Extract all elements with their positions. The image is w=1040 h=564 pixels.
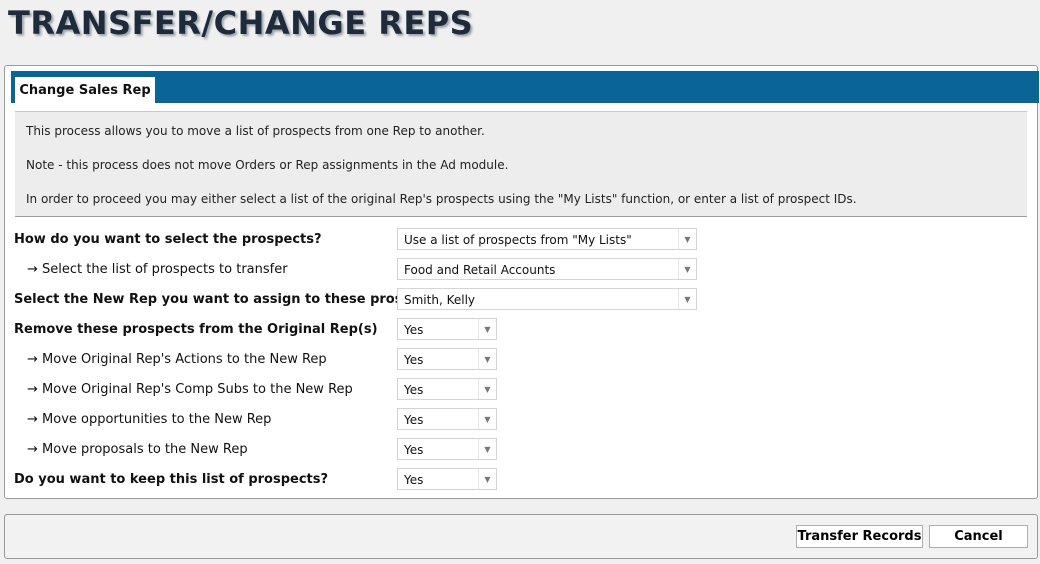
move-opportunities-dropdown[interactable]: Yes ▼ [397, 408, 497, 430]
select-method-label: How do you want to select the prospects? [14, 232, 322, 247]
chevron-down-icon: ▼ [478, 439, 496, 459]
keep-list-value: Yes [404, 473, 424, 487]
row-move-comp-subs: → Move Original Rep's Comp Subs to the N… [5, 378, 1035, 402]
new-rep-dropdown[interactable]: Smith, Kelly ▼ [397, 288, 697, 310]
tab-change-sales-rep[interactable]: Change Sales Rep [15, 77, 155, 104]
chevron-down-icon: ▼ [478, 319, 496, 339]
new-rep-label: Select the New Rep you want to assign to… [14, 292, 443, 307]
info-text-1: This process allows you to move a list o… [26, 124, 485, 138]
info-text-3: In order to proceed you may either selec… [26, 192, 857, 206]
page-title: TRANSFER/CHANGE REPS [8, 4, 474, 42]
row-keep-list: Do you want to keep this list of prospec… [5, 468, 1035, 492]
move-actions-value: Yes [404, 353, 424, 367]
row-remove-prospects: Remove these prospects from the Original… [5, 318, 1035, 342]
move-comp-subs-label: → Move Original Rep's Comp Subs to the N… [27, 382, 353, 397]
chevron-down-icon: ▼ [478, 409, 496, 429]
chevron-down-icon: ▼ [678, 229, 696, 249]
footer-panel: Transfer Records Cancel [4, 514, 1038, 559]
chevron-down-icon: ▼ [478, 469, 496, 489]
move-opportunities-value: Yes [404, 413, 424, 427]
remove-prospects-value: Yes [404, 323, 424, 337]
remove-prospects-dropdown[interactable]: Yes ▼ [397, 318, 497, 340]
row-move-actions: → Move Original Rep's Actions to the New… [5, 348, 1035, 372]
select-list-dropdown[interactable]: Food and Retail Accounts ▼ [397, 258, 697, 280]
row-move-opportunities: → Move opportunities to the New Rep Yes … [5, 408, 1035, 432]
move-opportunities-label: → Move opportunities to the New Rep [27, 412, 272, 427]
select-list-value: Food and Retail Accounts [404, 263, 556, 277]
move-proposals-label: → Move proposals to the New Rep [27, 442, 248, 457]
info-text-2: Note - this process does not move Orders… [26, 158, 509, 172]
row-select-list: → Select the list of prospects to transf… [5, 258, 1035, 282]
move-proposals-value: Yes [404, 443, 424, 457]
select-list-label: → Select the list of prospects to transf… [27, 262, 288, 277]
move-proposals-dropdown[interactable]: Yes ▼ [397, 438, 497, 460]
move-comp-subs-dropdown[interactable]: Yes ▼ [397, 378, 497, 400]
main-panel: Change Sales Rep This process allows you… [4, 65, 1039, 499]
chevron-down-icon: ▼ [478, 349, 496, 369]
row-new-rep: Select the New Rep you want to assign to… [5, 288, 1035, 312]
new-rep-value: Smith, Kelly [404, 293, 476, 307]
cancel-button[interactable]: Cancel [929, 525, 1028, 548]
remove-prospects-label: Remove these prospects from the Original… [14, 322, 378, 337]
row-move-proposals: → Move proposals to the New Rep Yes ▼ [5, 438, 1035, 462]
chevron-down-icon: ▼ [478, 379, 496, 399]
row-select-method: How do you want to select the prospects?… [5, 228, 1035, 252]
select-method-dropdown[interactable]: Use a list of prospects from "My Lists" … [397, 228, 697, 250]
move-actions-dropdown[interactable]: Yes ▼ [397, 348, 497, 370]
keep-list-dropdown[interactable]: Yes ▼ [397, 468, 497, 490]
move-actions-label: → Move Original Rep's Actions to the New… [27, 352, 327, 367]
transfer-records-button[interactable]: Transfer Records [796, 525, 923, 548]
info-box: This process allows you to move a list o… [15, 111, 1027, 217]
tab-bar: Change Sales Rep [11, 71, 1039, 104]
chevron-down-icon: ▼ [678, 289, 696, 309]
keep-list-label: Do you want to keep this list of prospec… [14, 472, 329, 487]
select-method-value: Use a list of prospects from "My Lists" [404, 233, 632, 247]
move-comp-subs-value: Yes [404, 383, 424, 397]
chevron-down-icon: ▼ [678, 259, 696, 279]
